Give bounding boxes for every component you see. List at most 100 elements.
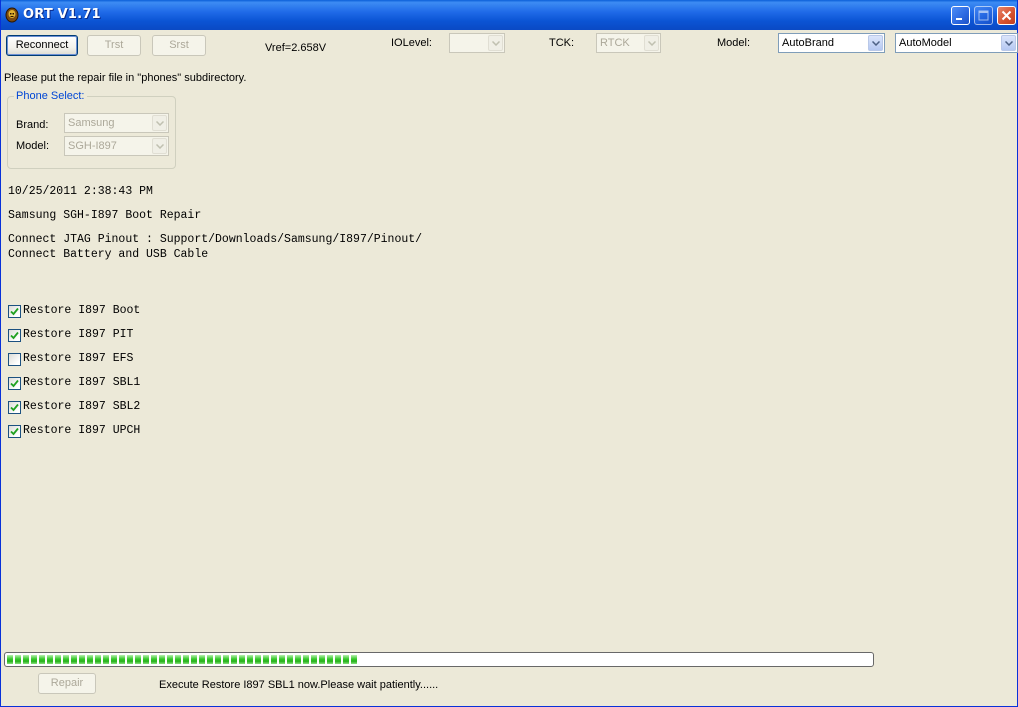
progress-segment [319, 655, 325, 664]
restore-pit-checkbox[interactable] [8, 329, 21, 342]
progress-segment [87, 655, 93, 664]
progress-segment [143, 655, 149, 664]
progress-segment [79, 655, 85, 664]
progress-segment [31, 655, 37, 664]
progress-segment [71, 655, 77, 664]
progress-segment [191, 655, 197, 664]
progress-segment [295, 655, 301, 664]
progress-segment [327, 655, 333, 664]
srst-button[interactable]: Srst [152, 35, 206, 56]
repair-file-hint: Please put the repair file in "phones" s… [4, 72, 247, 84]
progress-segment [231, 655, 237, 664]
iolevel-select[interactable] [449, 33, 505, 53]
restore-efs-label: Restore I897 EFS [23, 352, 134, 365]
progress-segment [23, 655, 29, 664]
auto-brand-value: AutoBrand [782, 37, 834, 49]
progress-segment [215, 655, 221, 664]
progress-segment [343, 655, 349, 664]
log-connect-battery: Connect Battery and USB Cable [8, 248, 209, 261]
progress-segment [135, 655, 141, 664]
brand-label: Brand: [16, 119, 49, 131]
reconnect-button[interactable]: Reconnect [6, 35, 78, 56]
tck-select[interactable]: RTCK [596, 33, 661, 53]
progress-segment [159, 655, 165, 664]
auto-model-value: AutoModel [899, 37, 952, 49]
progress-segment [311, 655, 317, 664]
restore-sbl1-label: Restore I897 SBL1 [23, 376, 141, 389]
chevron-down-icon[interactable] [868, 35, 883, 51]
progress-segment [239, 655, 245, 664]
tck-value: RTCK [600, 37, 630, 49]
chevron-down-icon [488, 35, 503, 51]
brand-value: Samsung [68, 117, 115, 129]
progress-segment [55, 655, 61, 664]
progress-segment [223, 655, 229, 664]
progress-segment [255, 655, 261, 664]
progress-segment [263, 655, 269, 664]
brand-select[interactable]: Samsung [64, 113, 169, 133]
title-bar[interactable]: ORT V1.71 [1, 0, 1017, 30]
progress-segment [167, 655, 173, 664]
restore-boot-checkbox[interactable] [8, 305, 21, 318]
phone-model-label: Model: [16, 140, 50, 152]
progress-segment [119, 655, 125, 664]
restore-efs-checkbox[interactable] [8, 353, 21, 366]
window-title: ORT V1.71 [23, 7, 101, 22]
progress-segment [351, 655, 357, 664]
vref-readout: Vref=2.658V [265, 42, 327, 54]
progress-segment [151, 655, 157, 664]
iolevel-label: IOLevel: [391, 37, 432, 49]
minimize-button[interactable] [951, 6, 970, 25]
progress-segment [47, 655, 53, 664]
progress-bar [4, 652, 874, 667]
auto-model-select[interactable]: AutoModel [895, 33, 1018, 53]
restore-sbl2-label: Restore I897 SBL2 [23, 400, 141, 413]
progress-segment [303, 655, 309, 664]
progress-segment [95, 655, 101, 664]
progress-segment [175, 655, 181, 664]
chevron-down-icon[interactable] [1001, 35, 1016, 51]
progress-segment [63, 655, 69, 664]
progress-segment [207, 655, 213, 664]
progress-segment [111, 655, 117, 664]
ort-window: ORT V1.71 Reconnect Trst Srst Vref=2.658… [0, 0, 1018, 707]
progress-segment [7, 655, 13, 664]
restore-pit-label: Restore I897 PIT [23, 328, 134, 341]
restore-sbl2-checkbox[interactable] [8, 401, 21, 414]
progress-segment [183, 655, 189, 664]
maximize-button[interactable] [974, 6, 993, 25]
phone-select-title: Phone Select: [14, 90, 87, 102]
chevron-down-icon [644, 35, 659, 51]
log-repair-title: Samsung SGH-I897 Boot Repair [8, 209, 202, 222]
progress-segment [271, 655, 277, 664]
restore-sbl1-checkbox[interactable] [8, 377, 21, 390]
progress-segment [335, 655, 341, 664]
restore-boot-label: Restore I897 Boot [23, 304, 141, 317]
status-message: Execute Restore I897 SBL1 now.Please wai… [159, 679, 439, 691]
tck-label: TCK: [549, 37, 575, 49]
progress-segment [279, 655, 285, 664]
chevron-down-icon [152, 115, 167, 131]
trst-button[interactable]: Trst [87, 35, 141, 56]
repair-button[interactable]: Repair [38, 673, 96, 694]
model-label: Model: [717, 37, 751, 49]
log-connect-jtag: Connect JTAG Pinout : Support/Downloads/… [8, 233, 423, 246]
progress-segment [199, 655, 205, 664]
app-icon [5, 7, 19, 23]
auto-brand-select[interactable]: AutoBrand [778, 33, 885, 53]
phone-model-value: SGH-I897 [68, 140, 117, 152]
phone-select-group: Phone Select: Brand: Samsung Model: SGH-… [7, 90, 176, 169]
progress-segment [15, 655, 21, 664]
progress-segment [247, 655, 253, 664]
phone-model-select[interactable]: SGH-I897 [64, 136, 169, 156]
progress-segment [39, 655, 45, 664]
restore-upch-checkbox[interactable] [8, 425, 21, 438]
close-button[interactable] [997, 6, 1016, 25]
progress-segment [103, 655, 109, 664]
log-timestamp: 10/25/2011 2:38:43 PM [8, 185, 153, 198]
restore-upch-label: Restore I897 UPCH [23, 424, 141, 437]
progress-segment [287, 655, 293, 664]
chevron-down-icon [152, 138, 167, 154]
progress-segment [127, 655, 133, 664]
progress-fill [7, 655, 361, 664]
